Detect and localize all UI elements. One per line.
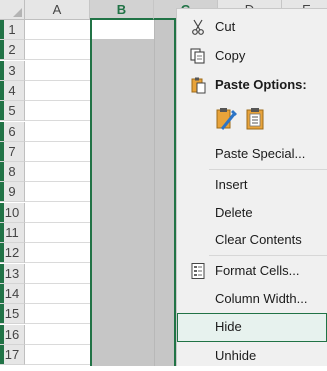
menu-item-label: Column Width...: [215, 291, 308, 306]
menu-separator: [209, 255, 327, 256]
menu-item-label: Copy: [215, 48, 246, 63]
selected-columns-range[interactable]: [90, 20, 176, 366]
menu-item-insert[interactable]: Insert: [177, 171, 327, 200]
row-header-14[interactable]: 14: [0, 284, 25, 304]
select-all-corner[interactable]: [0, 0, 25, 20]
row-header-11[interactable]: 11: [0, 223, 25, 243]
row-header-9[interactable]: 9: [0, 182, 25, 202]
menu-item-label: Clear Contents: [215, 232, 302, 247]
menu-item-paste-special[interactable]: Paste Special...: [177, 140, 327, 169]
menu-item-unhide[interactable]: Unhide: [177, 342, 327, 371]
menu-item-label: Format Cells...: [215, 263, 300, 278]
row-header-4[interactable]: 4: [0, 81, 25, 101]
row-header-13[interactable]: 13: [0, 264, 25, 284]
row-header-17[interactable]: 17: [0, 345, 25, 365]
menu-item-delete[interactable]: Delete: [177, 199, 327, 228]
row-header-2[interactable]: 2: [0, 40, 25, 60]
menu-item-label: Unhide: [215, 348, 257, 363]
scissors-icon: [192, 19, 204, 35]
paste-icon: [191, 77, 206, 94]
active-cell-b1[interactable]: [92, 20, 154, 39]
selection-column-divider: [154, 20, 155, 366]
menu-item-label: Hide: [215, 319, 242, 334]
row-header-8[interactable]: 8: [0, 162, 25, 182]
paste-options-row: [177, 101, 327, 139]
select-all-triangle-icon: [13, 8, 22, 17]
menu-item-label: Insert: [215, 177, 248, 192]
row-header-1[interactable]: 1: [0, 20, 25, 40]
menu-item-clear-contents[interactable]: Clear Contents: [177, 226, 327, 255]
menu-item-copy[interactable]: Copy: [177, 42, 327, 71]
menu-paste-options-header: Paste Options:: [177, 71, 327, 100]
context-menu: Cut Copy Paste Options: Paste Special...…: [176, 8, 327, 366]
format-cells-icon: [191, 263, 205, 279]
menu-separator: [209, 169, 327, 170]
row-header-6[interactable]: 6: [0, 122, 25, 142]
row-header-10[interactable]: 10: [0, 203, 25, 223]
row-header-5[interactable]: 5: [0, 101, 25, 121]
column-header-b[interactable]: B: [90, 0, 154, 20]
paste-values-icon[interactable]: [244, 105, 266, 131]
menu-item-label: Paste Special...: [215, 146, 306, 161]
menu-item-label: Delete: [215, 205, 253, 220]
row-header-7[interactable]: 7: [0, 142, 25, 162]
menu-item-label: Paste Options:: [215, 77, 307, 92]
menu-item-column-width[interactable]: Column Width...: [177, 285, 327, 314]
row-header-15[interactable]: 15: [0, 304, 25, 324]
row-header-12[interactable]: 12: [0, 243, 25, 263]
row-header-16[interactable]: 16: [0, 325, 25, 345]
column-header-a[interactable]: A: [25, 0, 90, 20]
menu-item-format-cells[interactable]: Format Cells...: [177, 257, 327, 286]
copy-icon: [190, 48, 205, 64]
paste-format-icon[interactable]: [215, 105, 237, 131]
menu-item-hide[interactable]: Hide: [177, 313, 327, 342]
menu-item-label: Cut: [215, 19, 236, 34]
menu-item-cut[interactable]: Cut: [177, 13, 327, 42]
row-header-3[interactable]: 3: [0, 61, 25, 81]
